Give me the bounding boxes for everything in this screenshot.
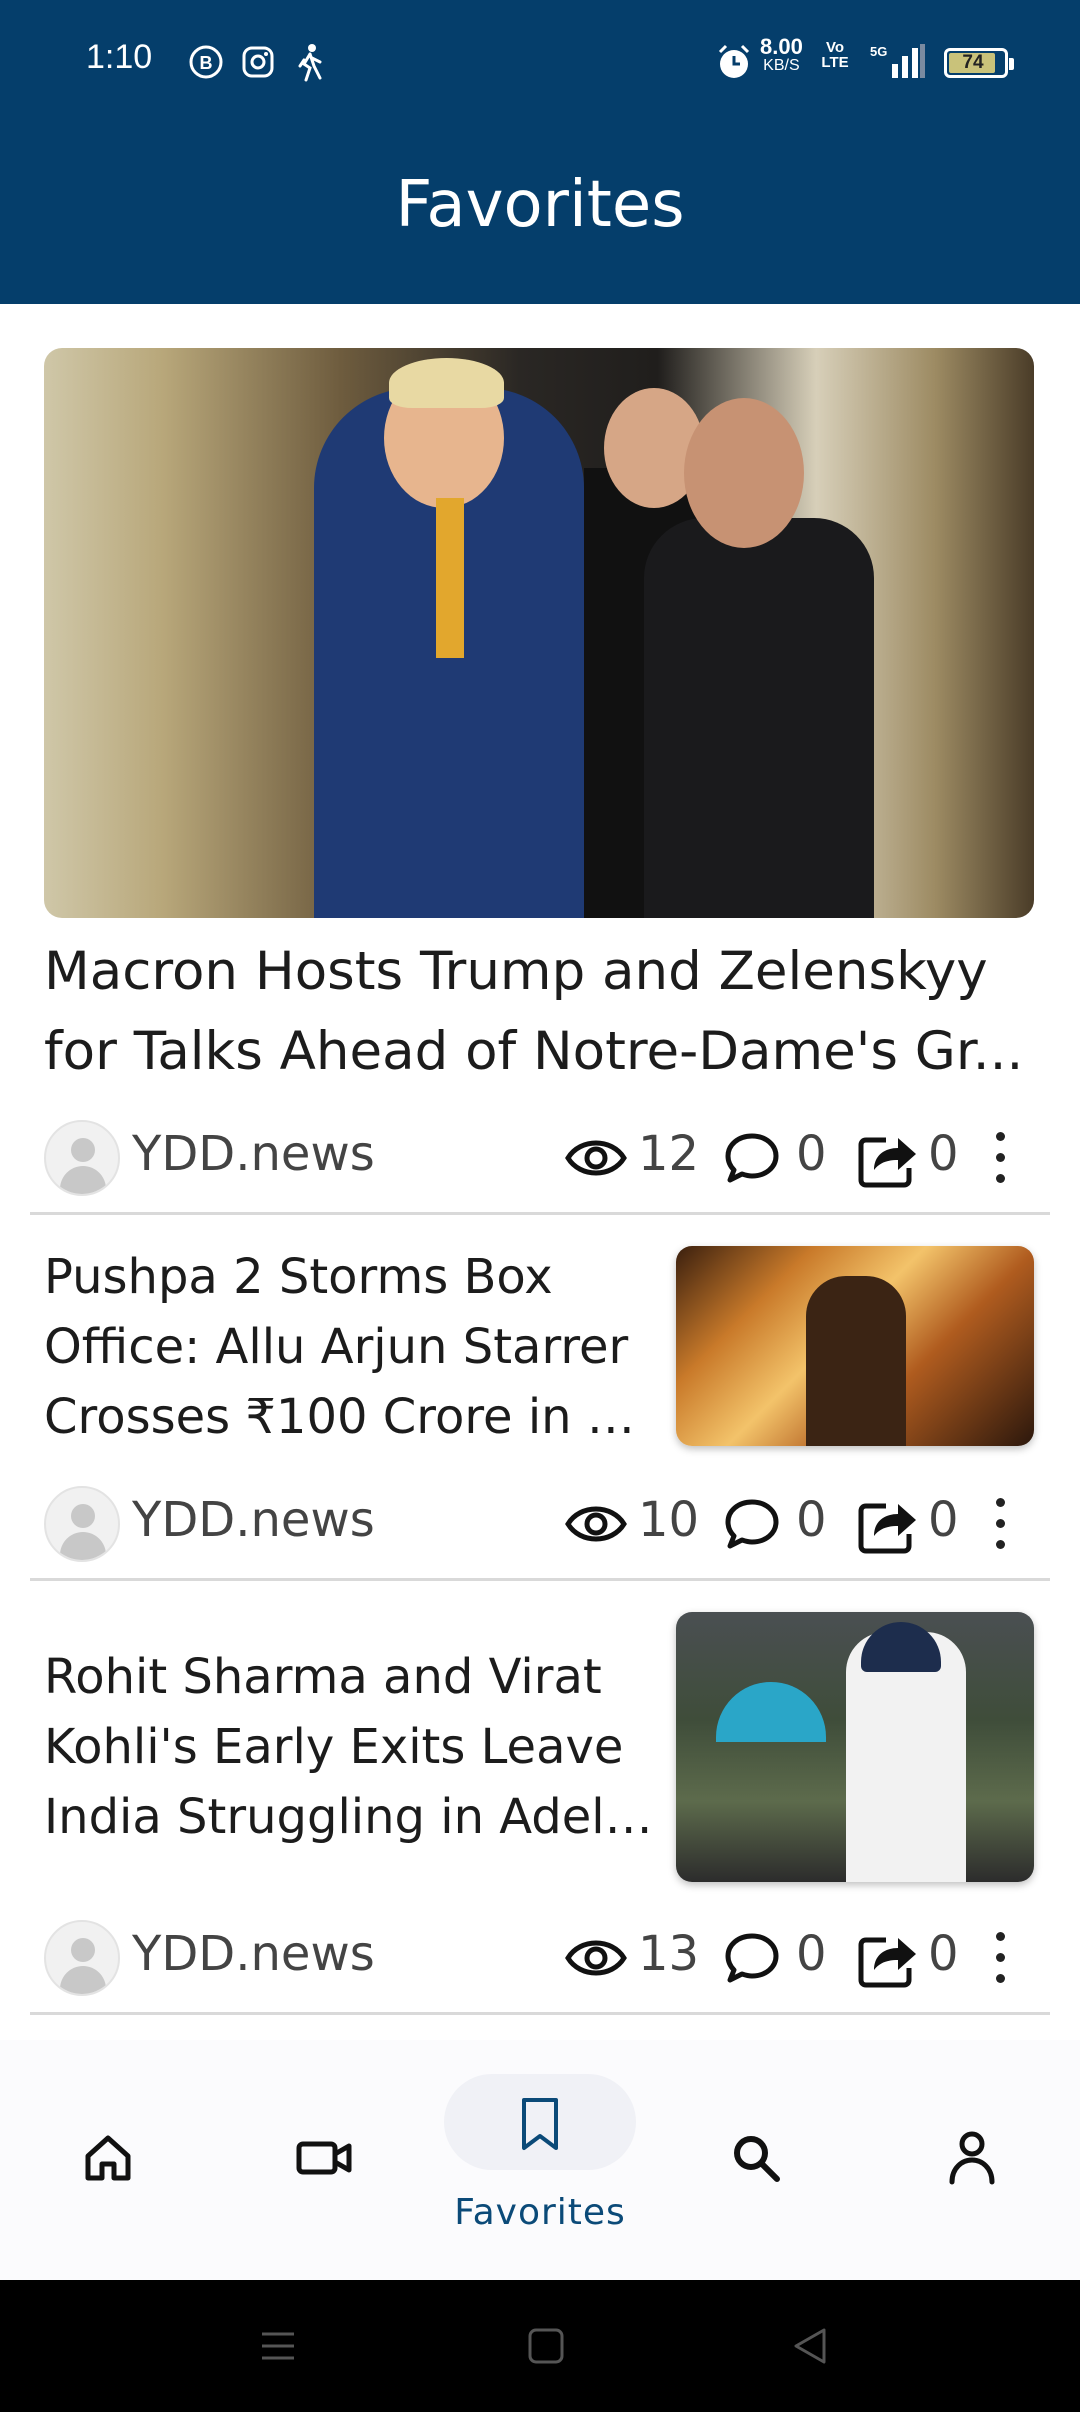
bookmark-icon <box>522 2098 558 2150</box>
page-title: Favorites <box>395 168 685 242</box>
article-title[interactable]: Pushpa 2 Storms Box Office: Allu Arjun S… <box>44 1242 664 1452</box>
avatar[interactable] <box>44 1120 120 1196</box>
status-time: 1:10 <box>86 38 153 76</box>
divider <box>30 2012 1050 2015</box>
nav-home[interactable] <box>0 2040 216 2280</box>
svg-text:5G: 5G <box>870 44 887 59</box>
recents-icon[interactable] <box>258 2326 298 2366</box>
net-speed: 8.00 KB/S <box>760 36 803 74</box>
share-icon[interactable] <box>856 1130 920 1190</box>
shares-count: 0 <box>928 1492 959 1548</box>
article-title-line: Pushpa 2 Storms Box <box>44 1249 553 1305</box>
nav-favorites[interactable] <box>432 2040 648 2280</box>
eye-icon <box>565 1140 627 1176</box>
nav-video[interactable] <box>216 2040 432 2280</box>
nav-profile[interactable] <box>864 2040 1080 2280</box>
article-title-line: Macron Hosts Trump and Zelenskyy <box>44 941 988 1002</box>
share-icon[interactable] <box>856 1930 920 1990</box>
comment-icon[interactable] <box>724 1496 780 1552</box>
status-bar: 1:10 B 8.00 KB/S Vo LTE 5G 74 <box>0 30 1080 94</box>
comments-count: 0 <box>796 1492 827 1548</box>
article-title[interactable]: Macron Hosts Trump and Zelenskyy for Tal… <box>44 932 1040 1092</box>
volte-label: Vo LTE <box>821 39 849 71</box>
comments-count: 0 <box>796 1126 827 1182</box>
instagram-icon <box>242 46 274 78</box>
avatar[interactable] <box>44 1920 120 1996</box>
net-speed-value: 8.00 <box>760 34 803 59</box>
video-icon <box>296 2141 352 2175</box>
walking-icon <box>298 44 322 82</box>
system-nav-bar <box>0 2280 1080 2412</box>
back-icon[interactable] <box>790 2326 830 2366</box>
divider <box>30 1578 1050 1581</box>
nav-search[interactable] <box>648 2040 864 2280</box>
b-app-icon: B <box>189 45 223 79</box>
more-options-icon[interactable] <box>988 1926 1012 1990</box>
eye-icon <box>565 1506 627 1542</box>
article-title-line: for Talks Ahead of Notre-Dame's Gr... <box>44 1021 1024 1082</box>
more-options-icon[interactable] <box>988 1492 1012 1556</box>
source-name[interactable]: YDD.news <box>132 1126 375 1182</box>
shares-count: 0 <box>928 1926 959 1982</box>
comment-icon[interactable] <box>724 1130 780 1186</box>
article-title-line: Office: Allu Arjun Starrer <box>44 1319 629 1375</box>
battery-indicator: 74 <box>944 48 1014 78</box>
more-options-icon[interactable] <box>988 1126 1012 1190</box>
article-thumbnail[interactable] <box>676 1612 1034 1882</box>
avatar[interactable] <box>44 1486 120 1562</box>
views-count: 12 <box>638 1126 700 1182</box>
article-thumbnail[interactable] <box>676 1246 1034 1446</box>
views-count: 10 <box>638 1492 700 1548</box>
comments-count: 0 <box>796 1926 827 1982</box>
search-icon <box>734 2136 780 2182</box>
eye-icon <box>565 1940 627 1976</box>
source-name[interactable]: YDD.news <box>132 1926 375 1982</box>
share-icon[interactable] <box>856 1496 920 1556</box>
article-image[interactable] <box>44 348 1034 918</box>
nav-favorites-label: Favorites <box>454 2192 626 2233</box>
signal-icon: 5G <box>870 44 925 78</box>
svg-text:B: B <box>200 53 213 73</box>
article-title[interactable]: Rohit Sharma and Virat Kohli's Early Exi… <box>44 1642 664 1852</box>
article-title-line: Kohli's Early Exits Leave <box>44 1719 624 1775</box>
article-meta: YDD.news 13 0 0 <box>44 1920 1040 1996</box>
article-title-line: Rohit Sharma and Virat <box>44 1649 602 1705</box>
alarm-icon <box>718 44 750 78</box>
divider <box>30 1212 1050 1215</box>
comment-icon[interactable] <box>724 1930 780 1986</box>
article-meta: YDD.news 12 0 0 <box>44 1120 1040 1196</box>
views-count: 13 <box>638 1926 700 1982</box>
bottom-navigation: Favorites <box>0 2040 1080 2280</box>
profile-icon <box>949 2131 995 2185</box>
home-icon <box>85 2135 131 2181</box>
source-name[interactable]: YDD.news <box>132 1492 375 1548</box>
net-speed-unit: KB/S <box>763 57 800 74</box>
article-title-line: India Struggling in Adela... <box>44 1789 664 1845</box>
shares-count: 0 <box>928 1126 959 1182</box>
battery-level: 74 <box>962 52 984 73</box>
home-button-icon[interactable] <box>526 2326 566 2366</box>
article-meta: YDD.news 10 0 0 <box>44 1486 1040 1562</box>
app-header: 1:10 B 8.00 KB/S Vo LTE 5G 74 Favorites <box>0 0 1080 304</box>
article-title-line: Crosses ₹100 Crore in H... <box>44 1389 664 1445</box>
